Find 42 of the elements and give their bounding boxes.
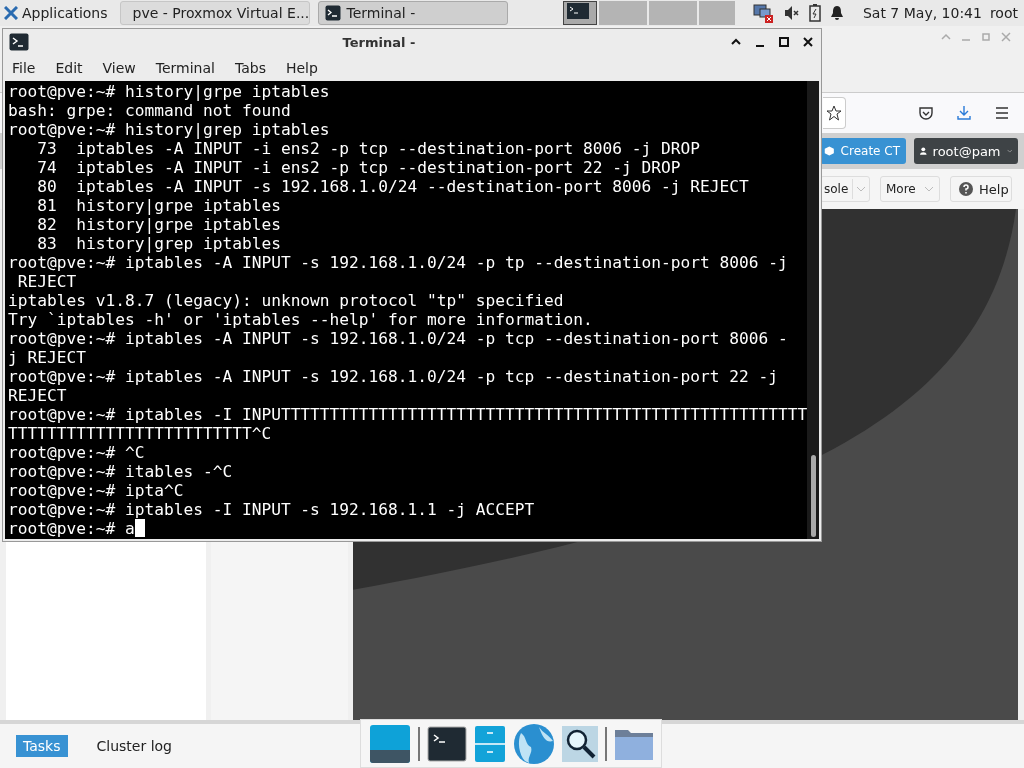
menu-item[interactable]: File [12, 60, 36, 76]
applications-label: Applications [22, 5, 108, 21]
clock[interactable]: Sat 7 May, 10:41 [862, 5, 982, 21]
terminal-line: Try `iptables -h' or 'iptables --help' for more information. [8, 310, 593, 329]
terminal-line: root@pve:~# iptables -I INPUT -s 192.168.1.1 -j ACCEPT [8, 500, 535, 519]
menu-item[interactable]: View [102, 60, 136, 76]
window-title: Terminal - [341, 34, 417, 50]
terminal-line: root@pve:~# history|grep iptables [8, 120, 330, 139]
terminal-line: root@pve:~# ^C [8, 443, 145, 462]
terminal-line: REJECT [16, 272, 77, 291]
terminal-line: root@pve:~# iptables -A INPUT -s 192.168.1.0/24 -p tcp --destination-port 8006 - [8, 329, 788, 348]
terminal-line: iptables v1.8.7 (legacy): unknown protocol "tp" specified [8, 291, 564, 310]
terminal-line: root@pve:~# iptables -A INPUT -s 192.168.1.0/24 -p tp --destination-port 8006 -j [8, 253, 788, 272]
terminal-line: root@pve:~# iptables -A INPUT -s 192.168.1.0/24 -p tcp --destination-port 22 -j [8, 367, 778, 386]
terminal-line: bash: grpe: command not found [8, 101, 291, 120]
terminal-line: j REJECT [8, 348, 86, 367]
user-name[interactable]: root [989, 5, 1018, 21]
terminal-line: 80 iptables -A INPUT -s 192.168.1.0/24 --destination-port 8006 -j REJECT [36, 177, 749, 196]
terminal-line: 81 history|grpe iptables [36, 196, 281, 215]
terminal-line: root@pve:~# itables -^C [8, 462, 233, 481]
log-tab[interactable]: Cluster log [89, 735, 179, 757]
terminal-line: root@pve:~# a [8, 519, 135, 538]
terminal-line: root@pve:~# ipta^C [8, 481, 184, 500]
terminal-line: root@pve:~# history|grpe iptables [8, 82, 330, 101]
console-button[interactable]: sole [820, 176, 870, 202]
user-menu[interactable]: root@pam [914, 138, 1018, 164]
menu-item[interactable]: Terminal [155, 60, 215, 76]
help-button[interactable]: Help [950, 176, 1012, 202]
taskbar-button[interactable]: Terminal - [317, 1, 508, 25]
menu-item[interactable]: Edit [55, 60, 83, 76]
terminal-line: 83 history|grep iptables [36, 234, 281, 253]
taskbar-button[interactable]: pve - Proxmox Virtual E... [119, 1, 310, 25]
more-button[interactable]: More [880, 176, 940, 202]
applications-menu[interactable]: Applications [0, 1, 112, 25]
menu-item[interactable]: Tabs [234, 60, 266, 76]
terminal-line: 73 iptables -A INPUT -i ens2 -p tcp --destination-port 8006 -j DROP [36, 139, 700, 158]
terminal-line: root@pve:~# iptables -I INPUTTTTTTTTTTTTTTTTTTTTTTTTTTTTTTTTTTTTTTTTTTTTTTTTTTTTTT [8, 405, 807, 424]
terminal-line: REJECT [8, 386, 67, 405]
menu-item[interactable]: Help [285, 60, 318, 76]
terminal-line: 82 history|grpe iptables [36, 215, 281, 234]
terminal-line: TTTTTTTTTTTTTTTTTTTTTTTTT^C [8, 424, 272, 443]
terminal-line: 74 iptables -A INPUT -i ens2 -p tcp --destination-port 22 -j DROP [36, 158, 681, 177]
